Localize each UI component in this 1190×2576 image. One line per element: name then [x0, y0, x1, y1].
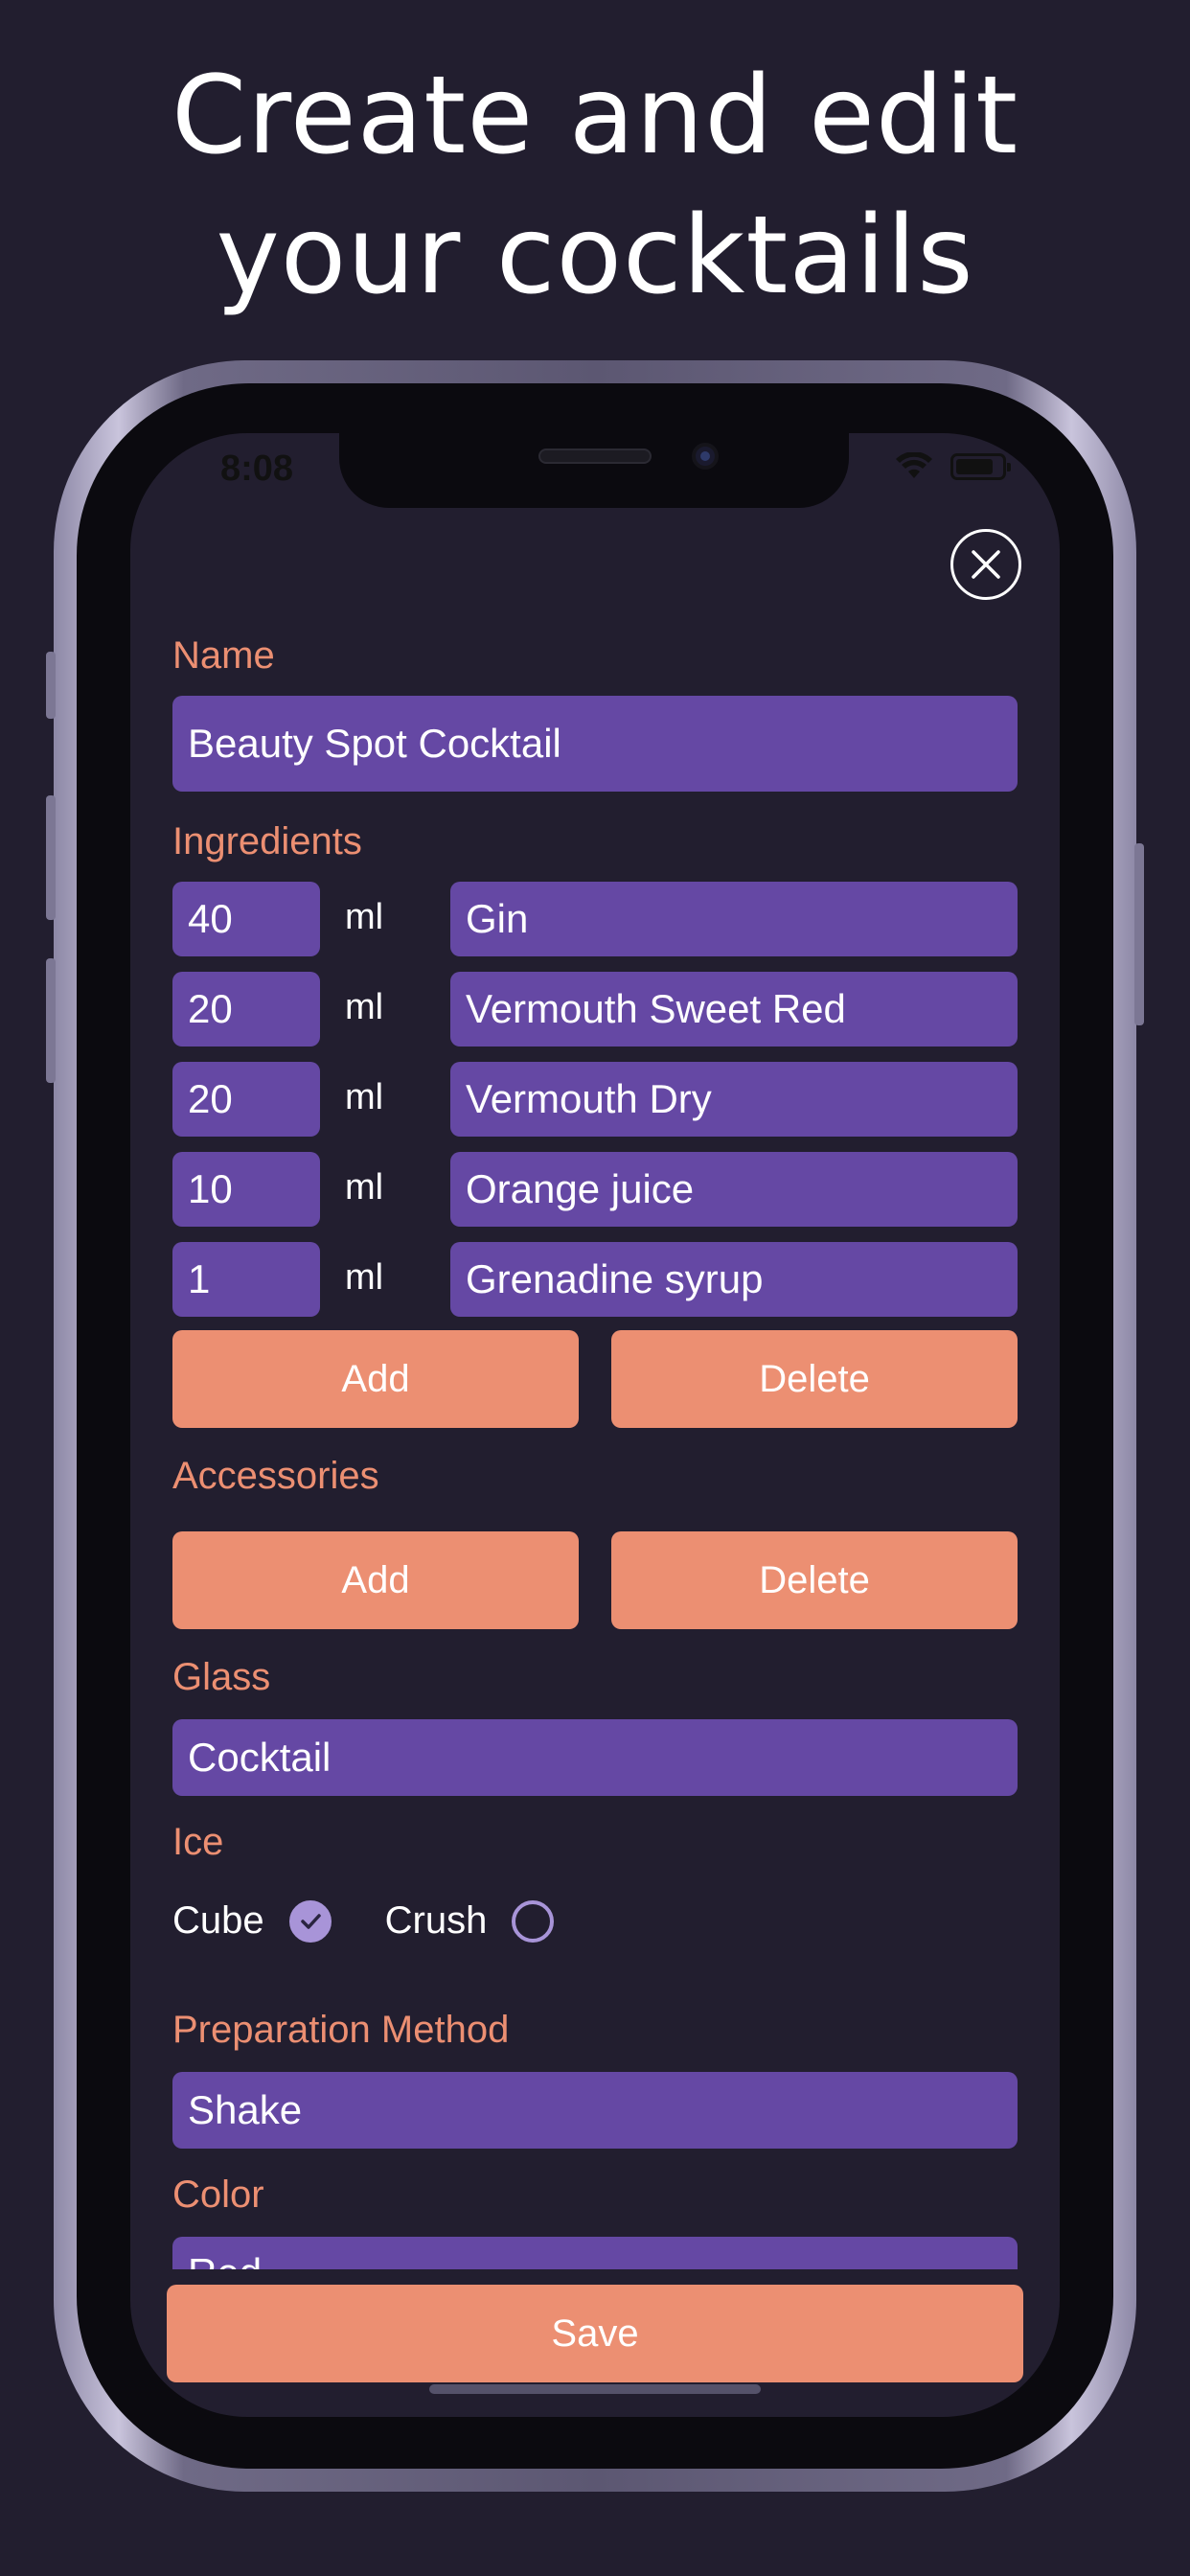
- add-ingredient-button[interactable]: Add: [172, 1330, 579, 1428]
- ingredient-unit: ml: [345, 897, 384, 937]
- ingredient-name-field[interactable]: Vermouth Dry: [450, 1062, 1018, 1137]
- ingredient-amount-field[interactable]: 10: [172, 1152, 320, 1227]
- glass-field[interactable]: Cocktail: [172, 1719, 1018, 1796]
- ingredient-amount-field[interactable]: 1: [172, 1242, 320, 1317]
- ice-label: Ice: [172, 1821, 224, 1863]
- ingredient-name-field[interactable]: Vermouth Sweet Red: [450, 972, 1018, 1046]
- status-time: 8:08: [220, 448, 294, 489]
- preparation-method-label: Preparation Method: [172, 2009, 510, 2051]
- ingredient-unit: ml: [345, 1077, 384, 1117]
- status-icons: [895, 452, 1011, 481]
- app-screen: 8:08 Name Beauty Spot Cocktail Ingredien…: [130, 433, 1060, 2417]
- ice-option-crush[interactable]: Crush: [385, 1899, 555, 1943]
- ingredient-name-field[interactable]: Gin: [450, 882, 1018, 956]
- ingredient-name-field[interactable]: Grenadine syrup: [450, 1242, 1018, 1317]
- ingredient-amount-field[interactable]: 40: [172, 882, 320, 956]
- ingredient-unit: ml: [345, 1167, 384, 1208]
- crush-radio[interactable]: [512, 1899, 555, 1943]
- name-label: Name: [172, 634, 275, 677]
- headline: Create and edit your cocktails: [0, 46, 1190, 326]
- color-label: Color: [172, 2174, 264, 2216]
- close-button[interactable]: [950, 529, 1021, 600]
- home-indicator: [429, 2384, 761, 2394]
- phone-side-button-left-1: [46, 652, 56, 719]
- ingredient-amount-field[interactable]: 20: [172, 972, 320, 1046]
- notch: [339, 433, 849, 508]
- ingredient-name-field[interactable]: Orange juice: [450, 1152, 1018, 1227]
- ice-option-cube[interactable]: Cube: [172, 1899, 332, 1943]
- wifi-icon: [896, 452, 932, 478]
- ice-option-label: Crush: [384, 1899, 488, 1942]
- accessories-label: Accessories: [172, 1455, 379, 1497]
- ice-options: Cube Crush: [172, 1899, 607, 1943]
- check-icon: [300, 1913, 321, 1929]
- name-field[interactable]: Beauty Spot Cocktail: [172, 696, 1018, 792]
- camera: [692, 443, 719, 470]
- phone-side-button-left-3: [46, 958, 56, 1083]
- delete-accessory-button[interactable]: Delete: [611, 1531, 1018, 1629]
- headline-line-2: your cocktails: [216, 194, 974, 318]
- preparation-method-field[interactable]: Shake: [172, 2072, 1018, 2149]
- delete-ingredient-button[interactable]: Delete: [611, 1330, 1018, 1428]
- add-accessory-button[interactable]: Add: [172, 1531, 579, 1629]
- phone-side-button-right: [1134, 843, 1144, 1025]
- ingredient-unit: ml: [345, 1257, 384, 1298]
- battery-icon: [950, 453, 1011, 480]
- ingredients-label: Ingredients: [172, 820, 362, 862]
- phone-side-button-left-2: [46, 795, 56, 920]
- headline-line-1: Create and edit: [171, 54, 1019, 178]
- speaker: [538, 448, 652, 464]
- ice-option-label: Cube: [172, 1899, 264, 1942]
- close-icon: [972, 550, 1000, 579]
- save-button[interactable]: Save: [167, 2285, 1023, 2382]
- cube-radio[interactable]: [288, 1899, 332, 1943]
- ingredient-unit: ml: [345, 987, 384, 1027]
- ingredient-amount-field[interactable]: 20: [172, 1062, 320, 1137]
- glass-label: Glass: [172, 1656, 271, 1698]
